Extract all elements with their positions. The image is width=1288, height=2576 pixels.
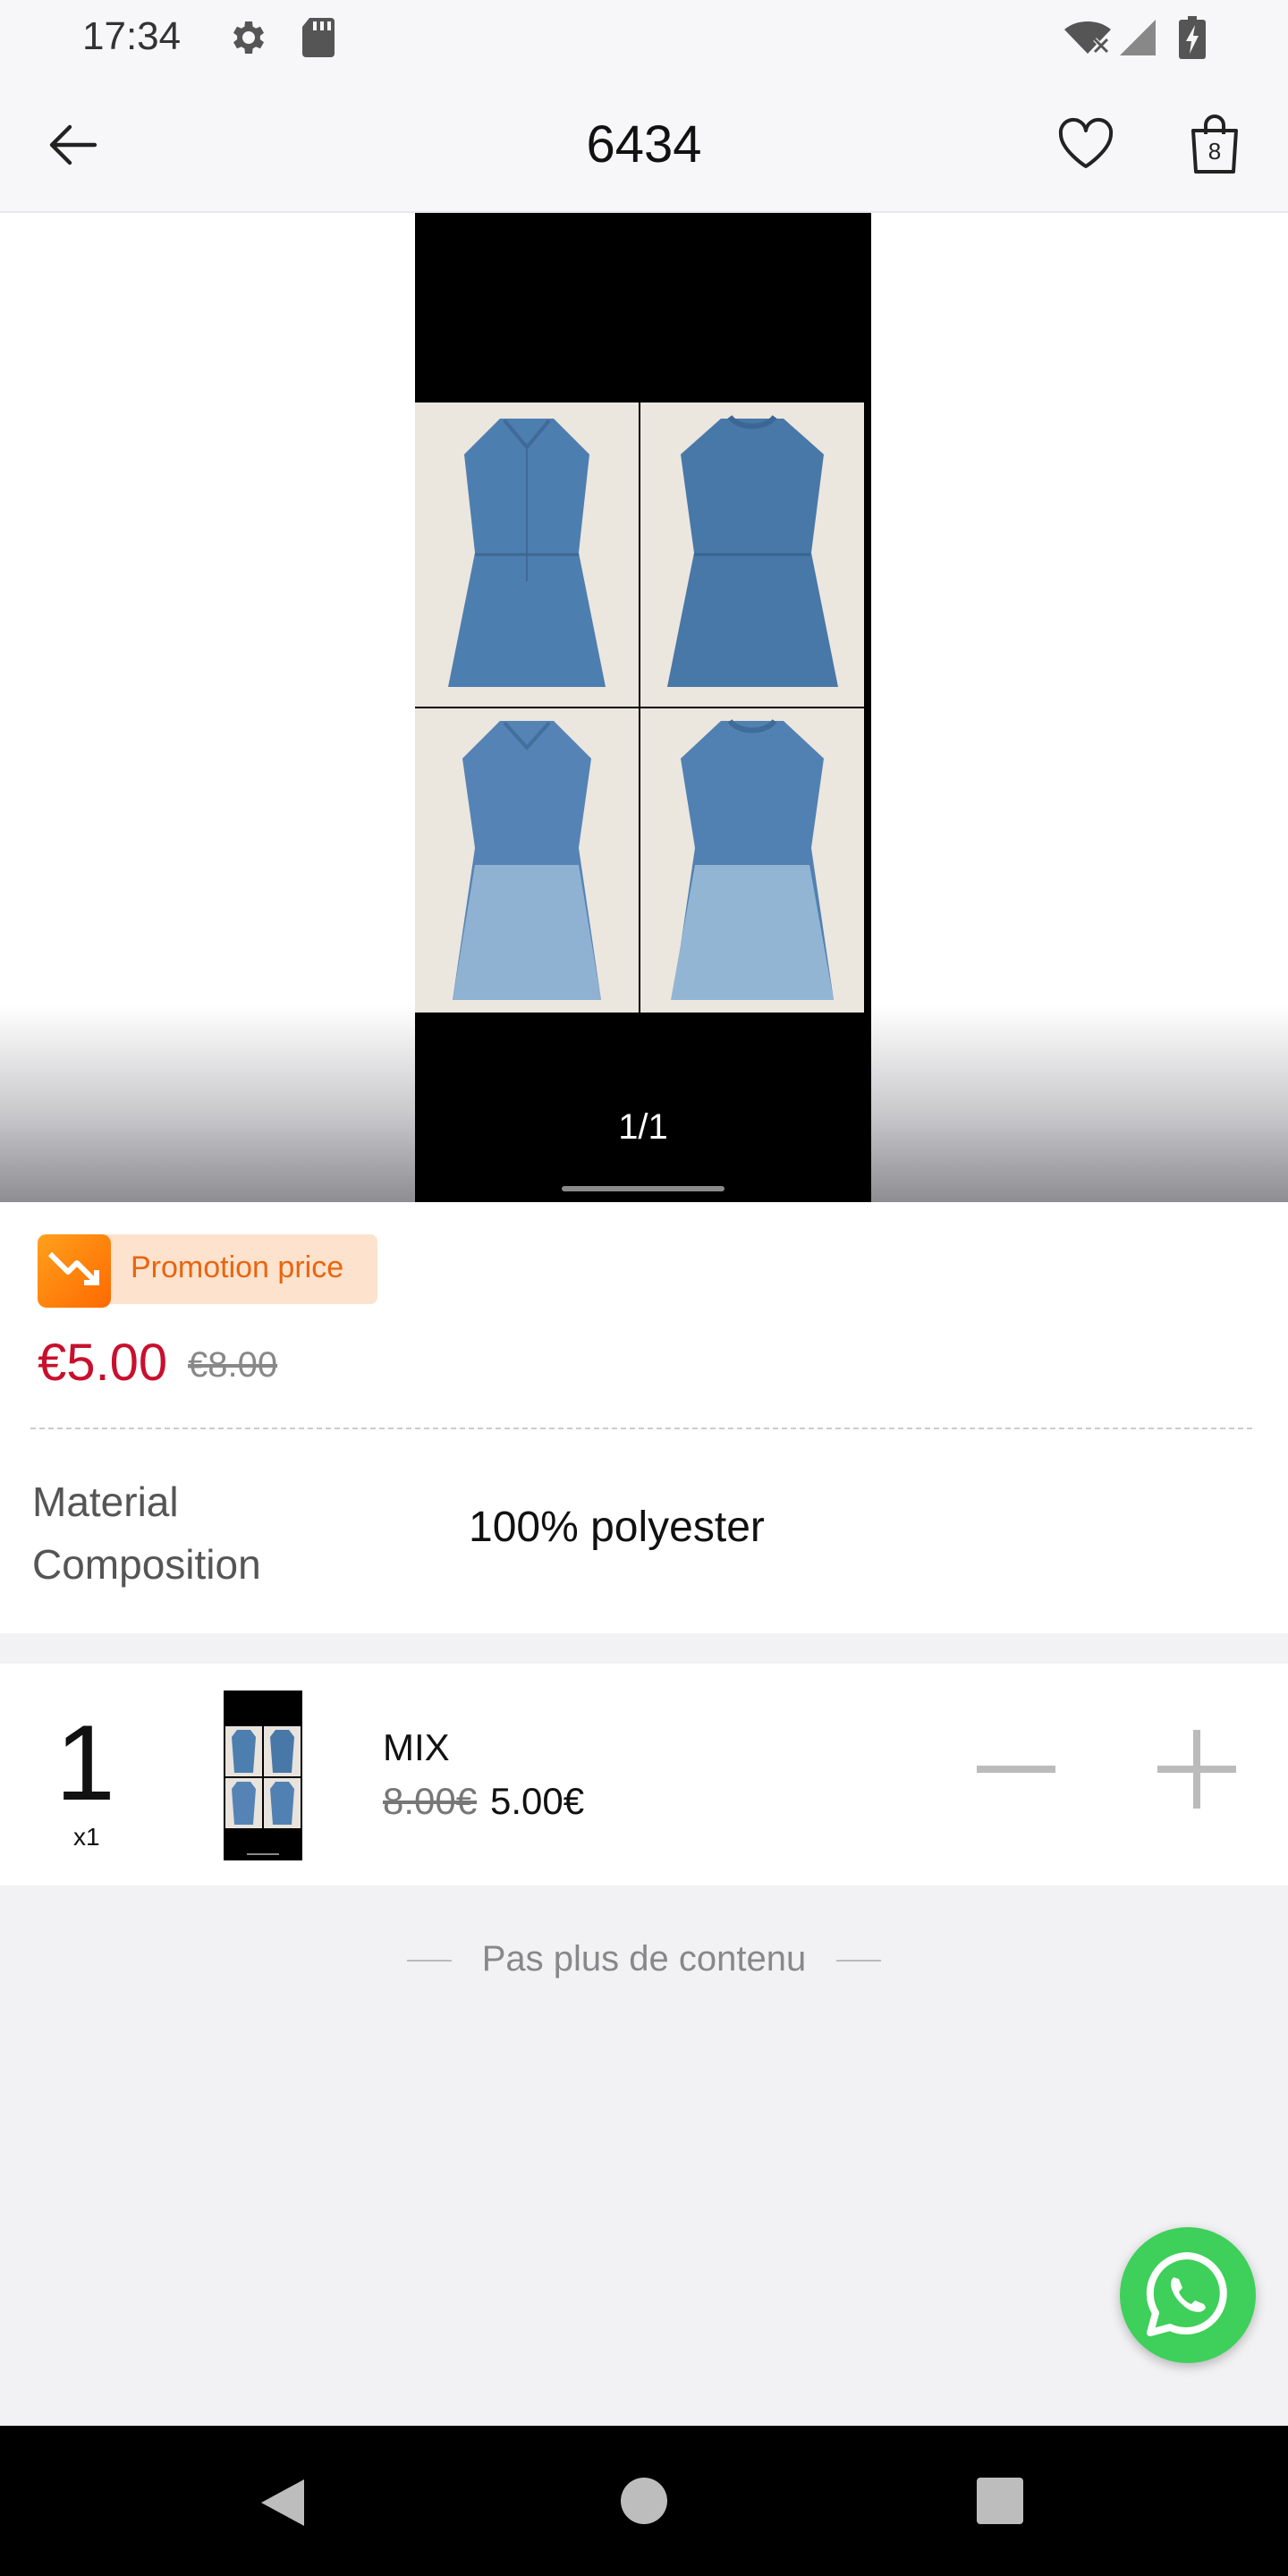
page-indicator: 1/1 — [618, 1107, 668, 1147]
divider-right — [836, 1960, 882, 1962]
cart-button[interactable]: 8 — [1186, 113, 1243, 175]
whatsapp-icon — [1146, 2251, 1227, 2336]
attribute-label: Material Composition — [32, 1479, 261, 1588]
variant-old-price: 8.00€ — [383, 1780, 478, 1822]
battery-charging-icon — [1179, 16, 1206, 59]
photo-front-top — [415, 402, 639, 707]
variant-row: 1 x1 MIX 8.00€ 5.00€ — [0, 1664, 1288, 1885]
end-of-list: Pas plus de contenu — [0, 1939, 1288, 1979]
promotion-badge: Promotion price — [38, 1234, 377, 1308]
cell-signal-icon — [1120, 20, 1156, 55]
variant-name: MIX — [383, 1726, 450, 1768]
divider — [30, 1428, 1252, 1429]
back-triangle-icon[interactable] — [258, 2476, 308, 2529]
increase-quantity-button[interactable] — [1154, 1726, 1240, 1812]
status-time: 17:34 — [82, 14, 182, 58]
photo-back-top — [640, 402, 864, 707]
product-gallery[interactable]: 1/1 — [0, 213, 1288, 1202]
whatsapp-button[interactable] — [1120, 2227, 1256, 2363]
recents-square-icon[interactable] — [975, 2476, 1025, 2526]
product-photo[interactable] — [415, 402, 868, 1202]
gallery-scrollbar — [562, 1186, 724, 1191]
original-price: €8.00 — [188, 1345, 278, 1385]
quantity-value: 1 — [55, 1703, 115, 1823]
photo-front-bottom — [415, 708, 639, 1013]
home-circle-icon[interactable] — [619, 2476, 669, 2526]
variant-new-price: 5.00€ — [490, 1780, 585, 1822]
wifi-off-icon — [1064, 21, 1111, 54]
cart-count: 8 — [1208, 138, 1222, 165]
heart-icon[interactable] — [1055, 114, 1116, 172]
current-price: €5.00 — [38, 1334, 168, 1392]
status-bar: 17:34 — [0, 0, 1288, 75]
variant-thumbnail[interactable] — [224, 1690, 302, 1860]
settings-icon — [233, 21, 264, 54]
sd-card-icon — [302, 18, 335, 57]
trend-down-icon — [38, 1234, 111, 1308]
divider-left — [406, 1960, 452, 1962]
promotion-label: Promotion price — [131, 1250, 344, 1284]
decrease-quantity-button[interactable] — [973, 1726, 1059, 1812]
no-more-text: Pas plus de contenu — [481, 1939, 807, 1979]
minus-icon — [977, 1766, 1055, 1773]
photo-back-bottom — [640, 708, 864, 1013]
price-section: Promotion price €5.00 €8.00 Material Com… — [0, 1202, 1288, 1633]
attribute-value: 100% polyester — [469, 1504, 765, 1551]
app-header: 6434 8 — [0, 75, 1288, 213]
plus-icon — [1157, 1730, 1236, 1809]
quantity-multiplier: x1 — [73, 1823, 100, 1851]
system-nav-bar — [0, 2426, 1288, 2576]
